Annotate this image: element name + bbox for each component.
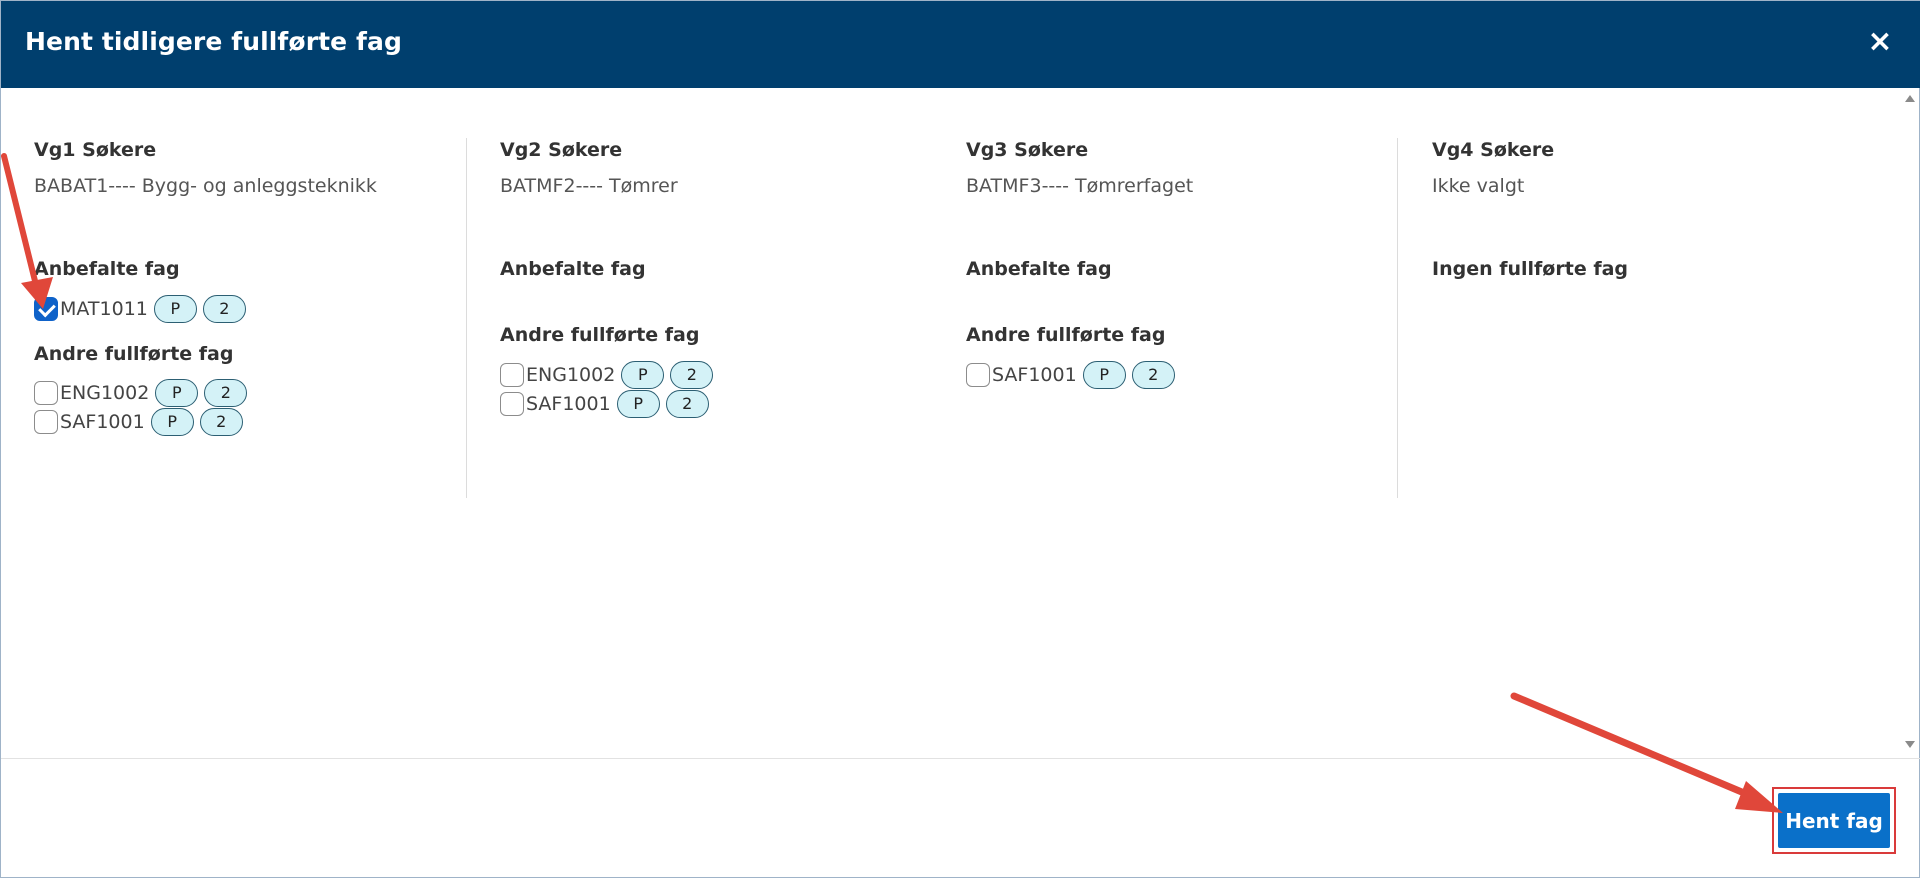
- subject-badge: 2: [199, 407, 243, 436]
- subject-badge: P: [150, 407, 194, 436]
- program-name: BATMF2---- Tømrer: [500, 175, 678, 197]
- column-title: Vg1 Søkere: [34, 139, 157, 161]
- column-title: Vg4 Søkere: [1432, 139, 1555, 161]
- subject-badge: P: [616, 389, 660, 418]
- subject-badge: P: [621, 360, 665, 389]
- subject-row: ENG1002 P 2: [34, 378, 467, 407]
- scroll-down-arrow-icon[interactable]: [1905, 741, 1915, 748]
- subject-checkbox[interactable]: [34, 296, 58, 321]
- subject-code: ENG1002: [526, 363, 616, 386]
- subject-row: SAF1001 P 2: [500, 389, 933, 418]
- subject-badge: 2: [1131, 360, 1175, 389]
- subject-code: SAF1001: [992, 363, 1077, 386]
- footer-divider: [1, 758, 1920, 759]
- subject-checkbox[interactable]: [500, 391, 524, 416]
- subject-badge: 2: [670, 360, 714, 389]
- subject-code: ENG1002: [60, 381, 150, 404]
- other-subjects-heading: Andre fullførte fag: [34, 343, 234, 365]
- program-name: Ikke valgt: [1432, 175, 1525, 197]
- dialog-header: Hent tidligere fullførte fag ×: [1, 1, 1920, 88]
- subject-row: MAT1011 P 2: [34, 294, 467, 323]
- column-title: Vg2 Søkere: [500, 139, 623, 161]
- program-name: BABAT1---- Bygg- og anleggsteknikk: [34, 175, 377, 197]
- subject-code: SAF1001: [60, 410, 145, 433]
- subject-badge: 2: [202, 294, 246, 323]
- scroll-up-arrow-icon[interactable]: [1905, 95, 1915, 102]
- subject-code: MAT1011: [60, 297, 148, 320]
- column-divider: [1397, 138, 1398, 498]
- subject-badge: 2: [665, 389, 709, 418]
- dialog-body: Vg1 Søkere BABAT1---- Bygg- og anleggste…: [1, 88, 1920, 758]
- column-vg3: Vg3 Søkere BATMF3---- Tømrerfaget Anbefa…: [933, 138, 1399, 389]
- subject-row: ENG1002 P 2: [500, 360, 933, 389]
- column-vg1: Vg1 Søkere BABAT1---- Bygg- og anleggste…: [1, 138, 467, 436]
- subject-badge: P: [153, 294, 197, 323]
- subject-checkbox[interactable]: [34, 409, 58, 434]
- recommended-heading: Anbefalte fag: [966, 258, 1112, 280]
- column-vg4: Vg4 Søkere Ikke valgt Ingen fullførte fa…: [1399, 138, 1865, 281]
- other-subjects-heading: Andre fullførte fag: [500, 324, 700, 346]
- subject-checkbox[interactable]: [500, 362, 524, 387]
- close-icon[interactable]: ×: [1865, 27, 1895, 57]
- subject-badge: 2: [204, 378, 248, 407]
- column-title: Vg3 Søkere: [966, 139, 1089, 161]
- subject-badge: P: [1082, 360, 1126, 389]
- subject-badge: P: [155, 378, 199, 407]
- fetch-subjects-button[interactable]: Hent fag: [1778, 793, 1890, 848]
- recommended-heading: Anbefalte fag: [34, 258, 180, 280]
- fetch-completed-subjects-dialog: Hent tidligere fullførte fag × Vg1 Søker…: [0, 0, 1920, 878]
- recommended-heading: Anbefalte fag: [500, 258, 646, 280]
- subject-checkbox[interactable]: [34, 380, 58, 405]
- column-vg2: Vg2 Søkere BATMF2---- Tømrer Anbefalte f…: [467, 138, 933, 418]
- program-name: BATMF3---- Tømrerfaget: [966, 175, 1194, 197]
- other-subjects-heading: Andre fullførte fag: [966, 324, 1166, 346]
- subject-checkbox[interactable]: [966, 362, 990, 387]
- no-completed-subjects-text: Ingen fullførte fag: [1432, 258, 1629, 280]
- subject-code: SAF1001: [526, 392, 611, 415]
- subject-row: SAF1001 P 2: [34, 407, 467, 436]
- dialog-title: Hent tidligere fullførte fag: [25, 27, 402, 56]
- subject-row: SAF1001 P 2: [966, 360, 1399, 389]
